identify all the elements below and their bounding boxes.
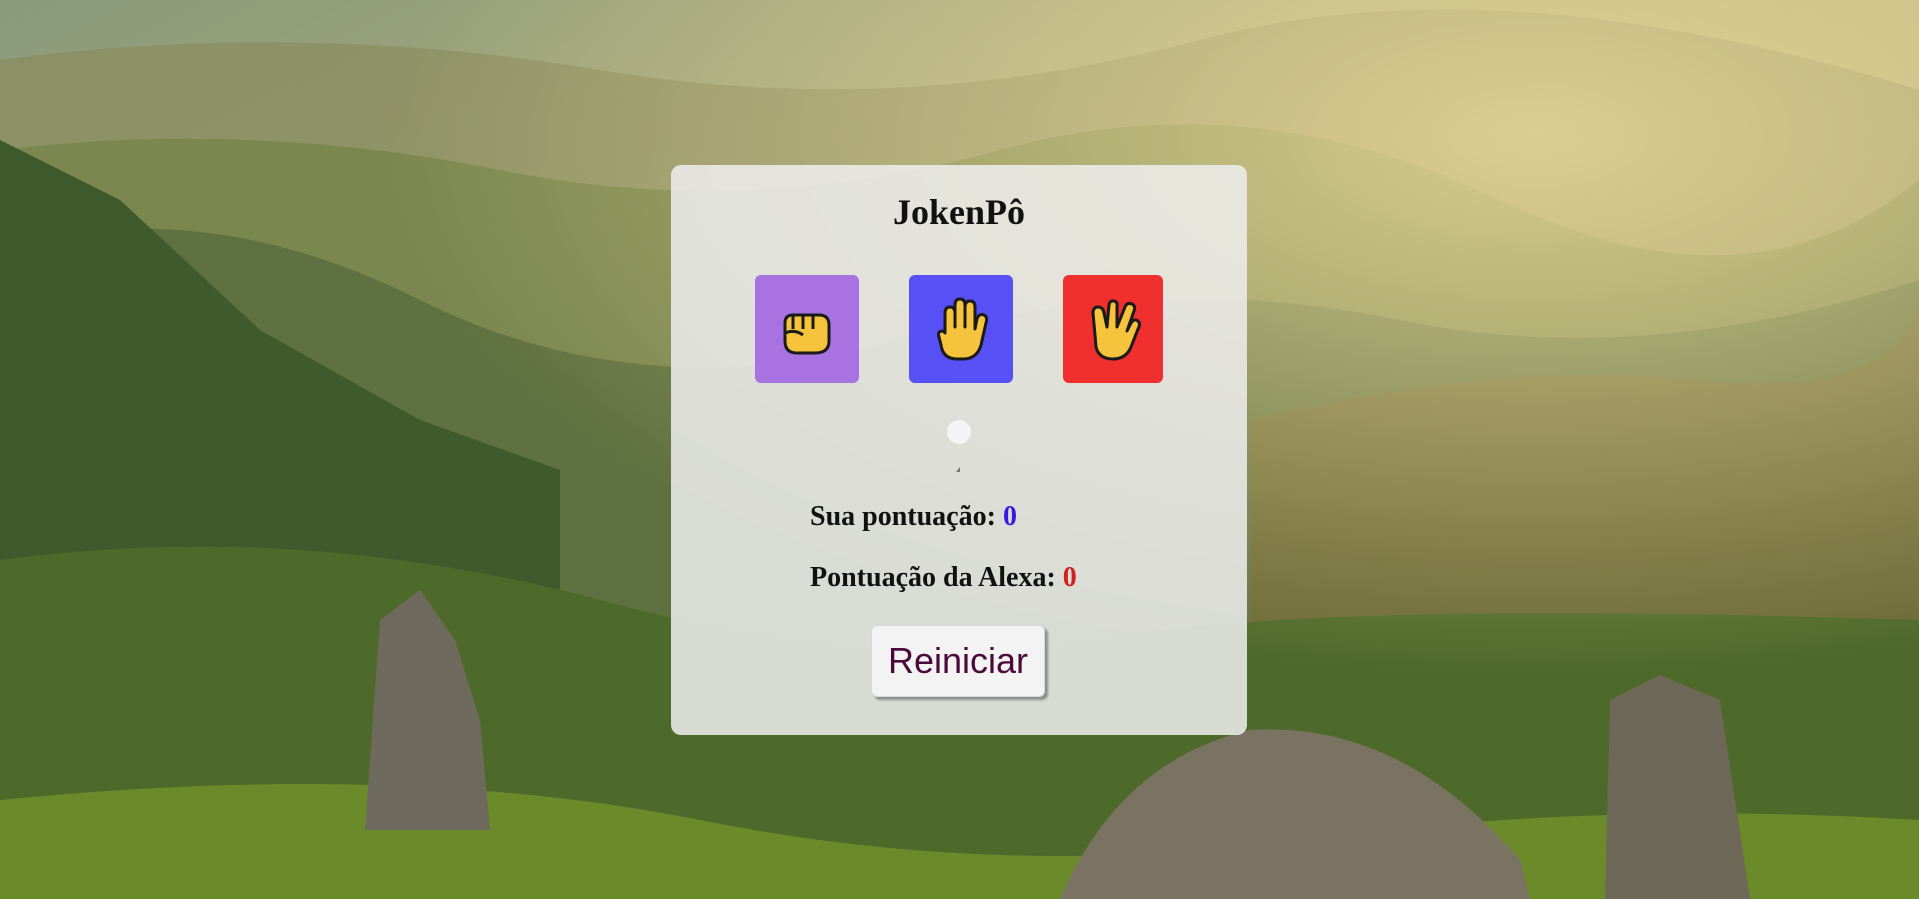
player-score-value: 0 — [1002, 501, 1017, 532]
cpu-score: Pontuação da Alexa: 0 — [810, 562, 1077, 594]
game-panel: JokenPô Sua pontuação: 0 Pontuação da Al… — [671, 165, 1247, 735]
cpu-score-value: 0 — [1062, 562, 1077, 593]
raised-hand-icon — [937, 297, 989, 361]
rock-choice-button[interactable] — [755, 275, 859, 383]
player-score-label: Sua pontuação: — [810, 501, 996, 532]
paper-choice-button[interactable] — [909, 275, 1013, 383]
spock-choice-button[interactable] — [1063, 275, 1163, 383]
fist-icon — [783, 313, 831, 355]
vulcan-salute-icon — [1091, 299, 1141, 361]
reset-button[interactable]: Reiniciar — [871, 625, 1045, 697]
player-score: Sua pontuação: 0 — [810, 501, 1017, 533]
result-indicator — [947, 420, 971, 444]
result-marker — [956, 467, 960, 472]
game-title: JokenPô — [892, 192, 1025, 232]
cpu-score-label: Pontuação da Alexa: — [810, 562, 1056, 593]
